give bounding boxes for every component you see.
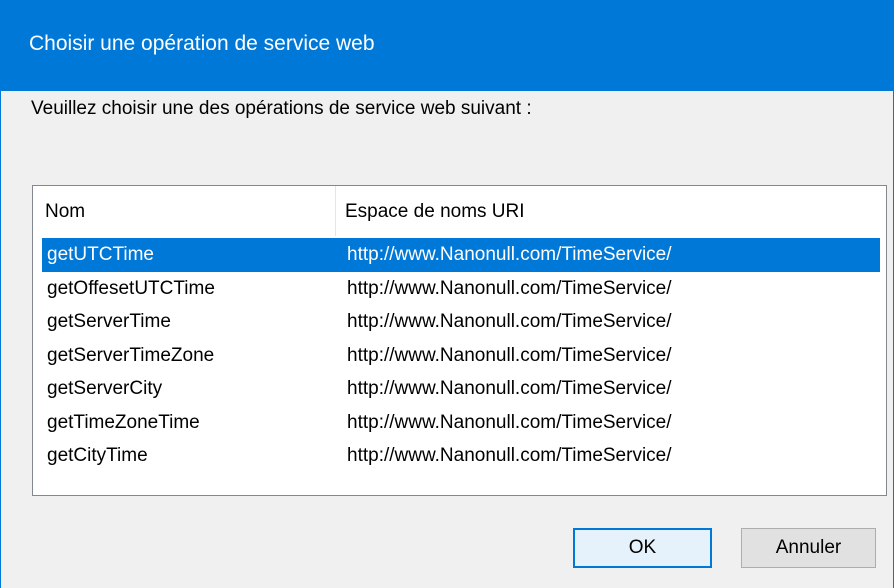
operation-namespace: http://www.Nanonull.com/TimeService/ bbox=[347, 344, 672, 366]
operation-name: getTimeZoneTime bbox=[47, 411, 200, 433]
operation-namespace: http://www.Nanonull.com/TimeService/ bbox=[347, 244, 672, 265]
operation-name: getServerCity bbox=[47, 378, 163, 399]
title-bar[interactable]: Choisir une opération de service web bbox=[1, 0, 893, 91]
list-item[interactable]: getCityTime http://www.Nanonull.com/TimeS… bbox=[33, 439, 886, 473]
list-item[interactable]: getTimeZoneTime http://www.Nanonull.com/T… bbox=[33, 406, 886, 440]
list-item[interactable]: getServerCity http://www.Nanonull.com/Tim… bbox=[33, 372, 886, 406]
dialog-title: Choisir une opération de service web bbox=[29, 32, 375, 55]
column-header-namespace[interactable]: Espace de noms URI bbox=[345, 201, 525, 223]
list-item[interactable]: getServerTime http://www.Nanonull.com/Tim… bbox=[33, 305, 886, 339]
list-header: Nom Espace de noms URI bbox=[33, 186, 886, 238]
column-separator[interactable] bbox=[335, 186, 336, 236]
column-header-name[interactable]: Nom bbox=[45, 201, 85, 223]
operation-name: getServerTime bbox=[47, 311, 171, 332]
list-item[interactable]: getOffesetUTCTime http://www.Nanonull.com… bbox=[33, 272, 886, 306]
operation-name: getUTCTime bbox=[47, 244, 154, 265]
dialog-prompt: Veuillez choisir une des opérations de s… bbox=[31, 98, 532, 119]
operation-namespace: http://www.Nanonull.com/TimeService/ bbox=[347, 445, 672, 466]
list-rows: getUTCTime http://www.Nanonull.com/TimeSe… bbox=[33, 238, 886, 473]
operation-namespace: http://www.Nanonull.com/TimeService/ bbox=[347, 311, 672, 332]
list-item[interactable]: getUTCTime http://www.Nanonull.com/TimeSe… bbox=[42, 238, 880, 272]
operation-name: getOffesetUTCTime bbox=[47, 277, 215, 299]
list-item[interactable]: getServerTimeZone http://www.Nanonull.com… bbox=[33, 339, 886, 373]
ok-button[interactable]: OK bbox=[573, 528, 712, 568]
operation-namespace: http://www.Nanonull.com/TimeService/ bbox=[347, 378, 672, 399]
operation-name: getCityTime bbox=[47, 445, 148, 466]
operation-name: getServerTimeZone bbox=[47, 344, 215, 366]
operations-list[interactable]: Nom Espace de noms URI getUTCTime http://… bbox=[32, 185, 887, 496]
operation-namespace: http://www.Nanonull.com/TimeService/ bbox=[347, 277, 672, 299]
operation-dialog: Choisir une opération de service web Veu… bbox=[0, 0, 894, 588]
operation-namespace: http://www.Nanonull.com/TimeService/ bbox=[347, 411, 672, 433]
cancel-button[interactable]: Annuler bbox=[741, 528, 876, 568]
